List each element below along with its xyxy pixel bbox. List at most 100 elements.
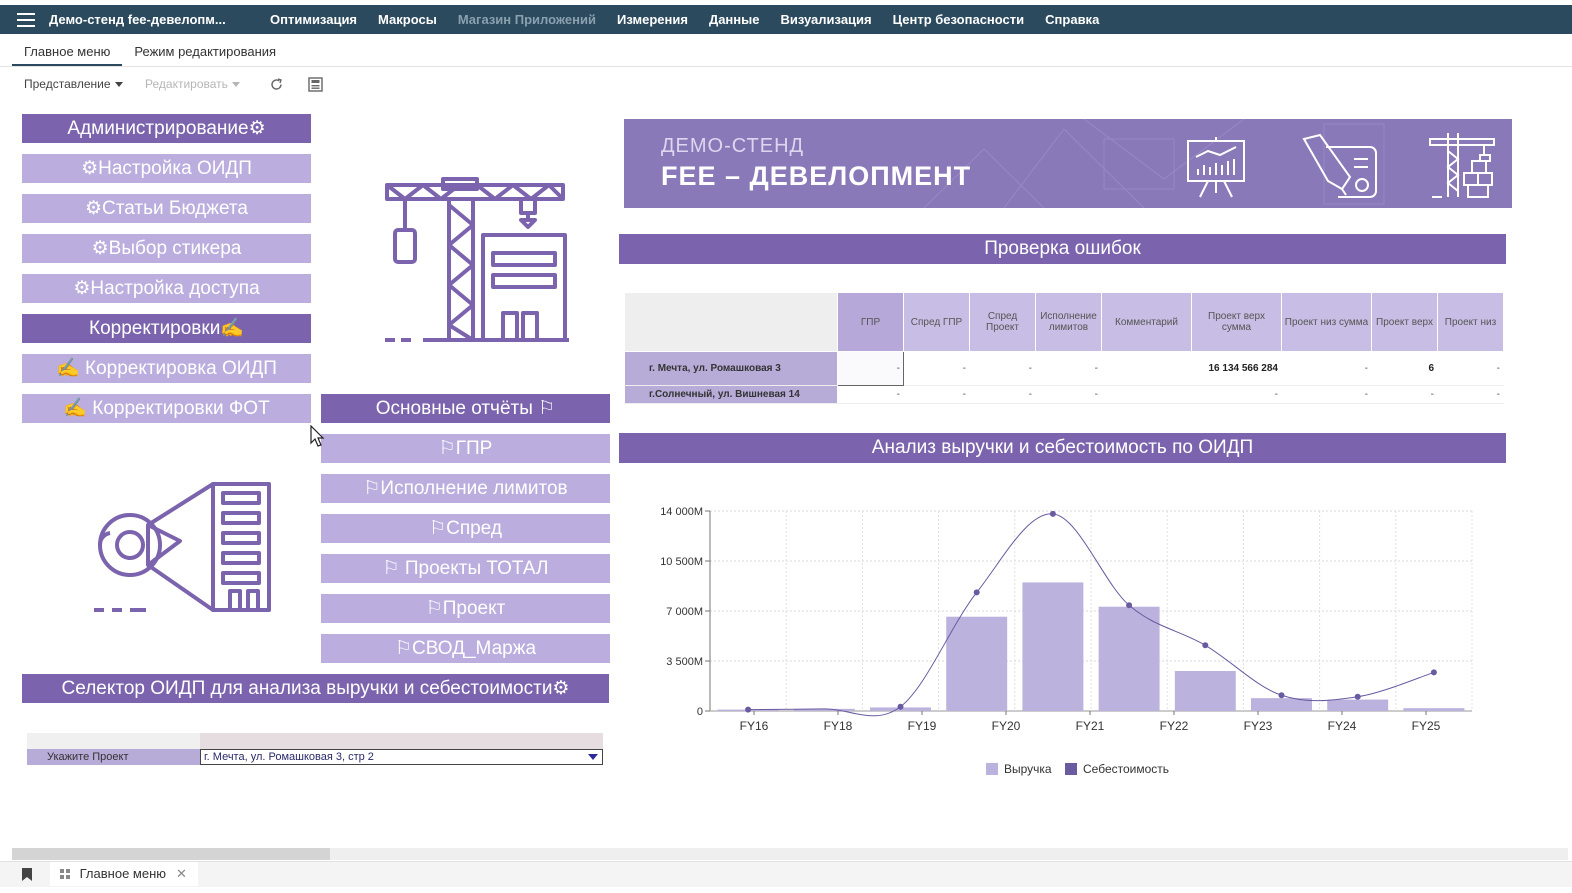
app-title[interactable]: Демо-стенд fee-девелопм... — [49, 12, 226, 27]
table-cell[interactable]: - — [1371, 385, 1438, 404]
scrollbar-thumb[interactable] — [12, 848, 330, 860]
bar — [1174, 671, 1236, 711]
project-select[interactable]: г. Мечта, ул. Ромашковая 3, стр 2 — [200, 749, 603, 765]
x-tick-label: FY18 — [824, 719, 853, 733]
table-cell[interactable] — [1101, 351, 1192, 386]
chevron-down-icon — [231, 82, 240, 88]
bar — [1327, 699, 1389, 711]
x-tick-label: FY19 — [908, 719, 937, 733]
col-header: Проект низ — [1437, 292, 1504, 352]
table-cell[interactable]: - — [903, 385, 970, 404]
project-report-button[interactable]: ⚐Проект — [321, 594, 610, 623]
save-icon[interactable] — [308, 77, 323, 92]
projects-total-button[interactable]: ⚐ Проекты ТОТАЛ — [321, 554, 610, 583]
tab-edit-mode[interactable]: Режим редактирования — [122, 42, 288, 66]
edit-dropdown[interactable]: Редактировать — [145, 77, 240, 91]
bar — [946, 616, 1008, 711]
x-tick-label: FY24 — [1328, 719, 1357, 733]
x-tick-label: FY20 — [992, 719, 1021, 733]
menu-visualization[interactable]: Визуализация — [780, 12, 871, 27]
table-cell[interactable]: - — [1281, 385, 1372, 404]
table-cell[interactable]: 16 134 566 284 — [1191, 351, 1282, 386]
crane-building-icon — [1429, 133, 1495, 198]
table-cell[interactable]: - — [969, 385, 1036, 404]
legend-swatch-cost — [1065, 763, 1077, 775]
x-tick-label: FY23 — [1244, 719, 1273, 733]
corrections-header-button[interactable]: Корректировки✍ — [22, 314, 311, 343]
access-settings-button[interactable]: ⚙Настройка доступа — [22, 274, 311, 303]
table-cell[interactable]: - — [903, 351, 970, 386]
table-corner-cell — [624, 292, 838, 352]
cost-point — [745, 706, 752, 713]
sheet-tab-main-menu[interactable]: Главное меню ✕ — [50, 862, 198, 886]
legend-label-cost: Себестоимость — [1083, 762, 1169, 776]
table-cell[interactable]: - — [837, 351, 904, 386]
revenue-cost-chart: 0 3 500M 7 000M 10 500M 14 000M FY16 FY18 FY19… — [660, 506, 1473, 776]
cost-point — [1126, 602, 1133, 609]
table-row: г.Солнечный, ул. Вишневая 14 - - - - - -… — [624, 385, 1504, 404]
banner-line1: ДЕМО-СТЕНД — [661, 135, 805, 157]
table-cell[interactable]: - — [969, 351, 1036, 386]
cost-point — [973, 589, 980, 596]
table-row: г. Мечта, ул. Ромашковая 3 - - - - 16 13… — [624, 351, 1504, 386]
gpr-report-button[interactable]: ⚐ГПР — [321, 434, 610, 463]
close-icon[interactable]: ✕ — [176, 862, 187, 886]
table-cell[interactable]: - — [1191, 385, 1282, 404]
svod-margin-button[interactable]: ⚐СВОД_Маржа — [321, 634, 610, 663]
bar — [1022, 582, 1084, 711]
horizontal-scrollbar[interactable] — [12, 848, 1568, 860]
col-header: Комментарий — [1101, 292, 1192, 352]
menu-optimization[interactable]: Оптимизация — [270, 12, 357, 27]
menu-security-center[interactable]: Центр безопасности — [893, 12, 1025, 27]
table-cell[interactable]: - — [1437, 351, 1504, 386]
view-label: Представление — [24, 77, 111, 91]
table-header-row: ГПР Спред ГПР Спред Проект Исполнение ли… — [624, 292, 1504, 352]
admin-header-button[interactable]: Администрирование⚙ — [22, 114, 311, 143]
mouse-cursor-icon — [310, 425, 325, 447]
spread-report-button[interactable]: ⚐Спред — [321, 514, 610, 543]
menu-macros[interactable]: Макросы — [378, 12, 437, 27]
x-tick-label: FY21 — [1076, 719, 1105, 733]
table-cell[interactable]: - — [1035, 385, 1102, 404]
limits-execution-button[interactable]: ⚐Исполнение лимитов — [321, 474, 610, 503]
table-cell[interactable]: 6 — [1371, 351, 1438, 386]
tab-main-menu[interactable]: Главное меню — [12, 42, 123, 66]
table-cell[interactable]: - — [1035, 351, 1102, 386]
sheet-tab-label: Главное меню — [79, 866, 167, 881]
y-tick-label: 7 000M — [666, 606, 703, 618]
y-tick-label: 10 500M — [660, 556, 703, 568]
menu-data[interactable]: Данные — [709, 12, 760, 27]
bar — [1098, 606, 1160, 711]
hamburger-menu-icon[interactable] — [17, 13, 35, 27]
bookmark-icon[interactable] — [22, 868, 32, 881]
error-check-table: ГПР Спред ГПР Спред Проект Исполнение ли… — [624, 292, 1504, 404]
oidp-selector-header[interactable]: Селектор ОИДП для анализа выручки и себе… — [22, 674, 609, 703]
dropdown-arrow-icon[interactable] — [588, 754, 598, 760]
edit-label: Редактировать — [145, 77, 228, 91]
grid-icon — [60, 869, 70, 879]
table-cell[interactable] — [1101, 385, 1192, 404]
table-cell[interactable]: - — [1281, 351, 1372, 386]
row-name: г.Солнечный, ул. Вишневая 14 — [624, 385, 838, 404]
demolition-machine-icon — [94, 482, 271, 612]
oidp-settings-button[interactable]: ⚙Настройка ОИДП — [22, 154, 311, 183]
selector-label: Укажите Проект — [27, 749, 200, 765]
view-dropdown[interactable]: Представление — [24, 77, 123, 91]
divider — [0, 66, 1572, 67]
demo-banner: ДЕМО-СТЕНД FEE – ДЕВЕЛОПМЕНТ — [624, 119, 1512, 208]
table-cell[interactable]: - — [837, 385, 904, 404]
oidp-correction-button[interactable]: ✍ Корректировка ОИДП — [22, 354, 311, 383]
menu-app-store[interactable]: Магазин Приложений — [458, 12, 596, 27]
col-header: Спред ГПР — [903, 292, 970, 352]
fot-corrections-button[interactable]: ✍ Корректировки ФОТ — [22, 394, 311, 423]
main-reports-header-button[interactable]: Основные отчёты ⚐ — [321, 394, 610, 423]
bar — [1403, 708, 1465, 711]
menu-help[interactable]: Справка — [1045, 12, 1099, 27]
budget-items-button[interactable]: ⚙Статьи Бюджета — [22, 194, 311, 223]
error-check-title: Проверка ошибок — [619, 234, 1506, 264]
menu-dimensions[interactable]: Измерения — [617, 12, 688, 27]
table-cell[interactable]: - — [1437, 385, 1504, 404]
refresh-icon[interactable] — [270, 78, 283, 91]
sticker-select-button[interactable]: ⚙Выбор стикера — [22, 234, 311, 263]
selector-header-row — [27, 733, 603, 749]
